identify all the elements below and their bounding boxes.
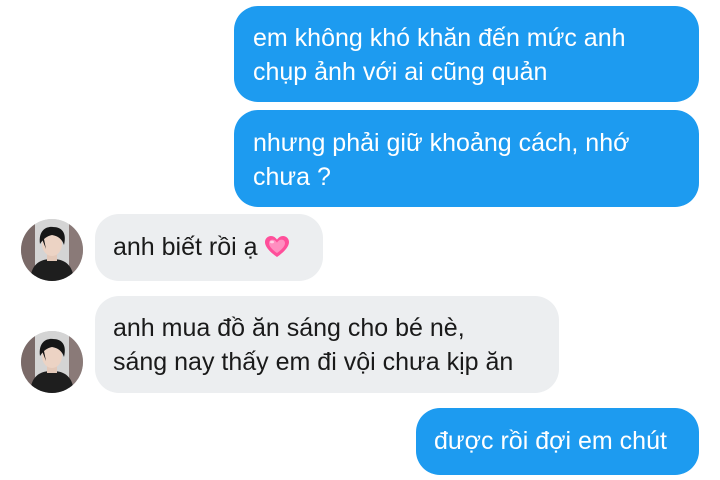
avatar[interactable] (21, 219, 83, 281)
profile-photo-icon (21, 331, 83, 393)
message-text: anh biết rồi ạ (113, 233, 258, 261)
outgoing-message-bubble[interactable]: nhưng phải giữ khoảng cách, nhớ chưa ? (234, 110, 699, 207)
outgoing-message-bubble[interactable]: được rồi đợi em chút (416, 408, 699, 475)
message-text-line: chưa ? (253, 163, 331, 191)
profile-photo-icon (21, 219, 83, 281)
incoming-message-bubble[interactable]: anh mua đồ ăn sáng cho bé nè, sáng nay t… (95, 296, 559, 393)
message-text: được rồi đợi em chút (434, 427, 667, 455)
message-text-line: chụp ảnh với ai cũng quản (253, 58, 548, 86)
message-text-line: nhưng phải giữ khoảng cách, nhớ (253, 129, 630, 157)
growing-heart-icon (264, 234, 290, 258)
avatar[interactable] (21, 331, 83, 393)
message-text-line: sáng nay thấy em đi vội chưa kịp ăn (113, 348, 514, 376)
message-text-line: em không khó khăn đến mức anh (253, 24, 626, 52)
incoming-message-bubble[interactable]: anh biết rồi ạ (95, 214, 323, 281)
outgoing-message-bubble[interactable]: em không khó khăn đến mức anh chụp ảnh v… (234, 6, 699, 102)
message-text-line: anh mua đồ ăn sáng cho bé nè, (113, 314, 465, 342)
